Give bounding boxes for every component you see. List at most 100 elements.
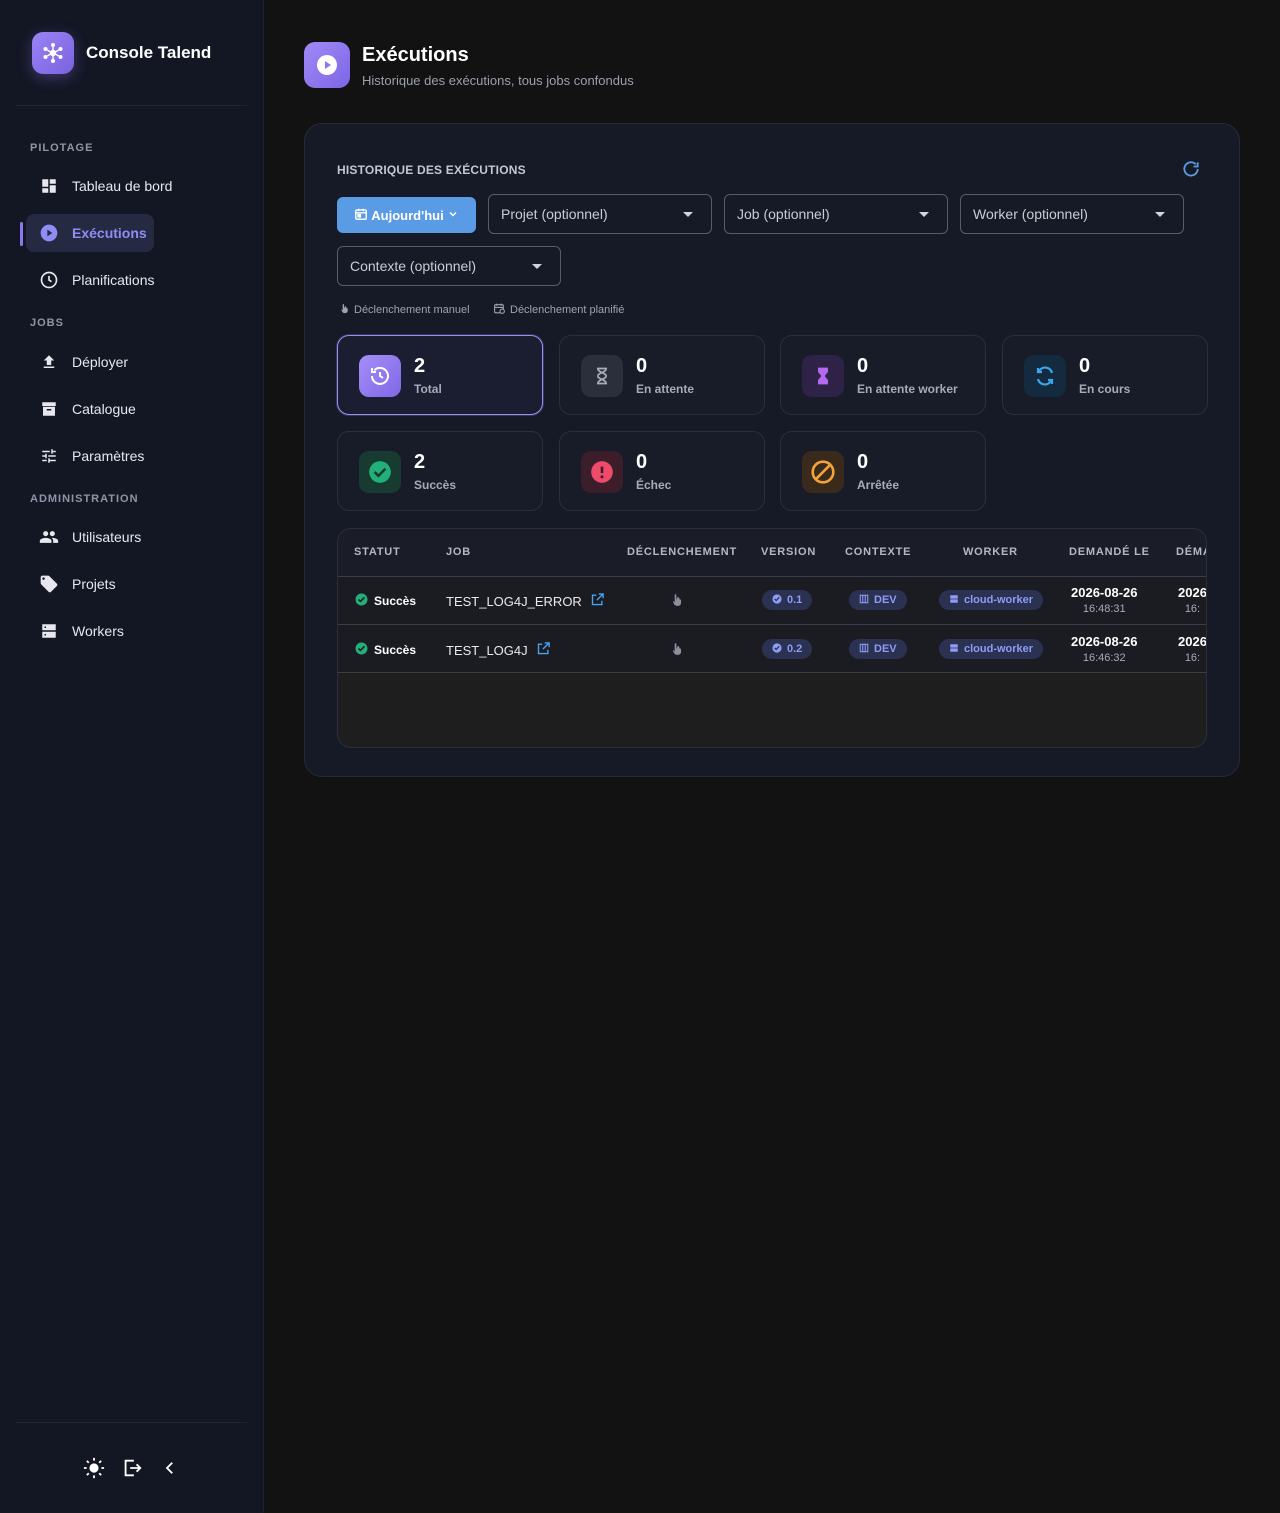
column-header-statut[interactable]: STATUT (354, 546, 401, 558)
column-header-demande-le[interactable]: DEMANDÉ LE (1069, 546, 1150, 558)
requested-date: 2026-08-26 (1071, 585, 1138, 600)
column-header-declenchement[interactable]: DÉCLENCHEMENT (627, 546, 737, 558)
upload-icon (39, 352, 59, 372)
project-select[interactable]: Projet (optionnel) (488, 194, 712, 234)
check-circle-icon (355, 642, 368, 658)
app-name: Console Talend (86, 43, 212, 62)
check-circle-icon (355, 593, 368, 609)
stat-card-pending[interactable]: 0 En attente (559, 335, 765, 415)
worker-select[interactable]: Worker (optionnel) (960, 194, 1184, 234)
job-cell: TEST_LOG4J (446, 641, 551, 659)
select-placeholder: Projet (optionnel) (501, 206, 608, 222)
started-time: 16: (1184, 652, 1201, 664)
stat-card-total[interactable]: 2 Total (337, 335, 543, 415)
stat-card-failure[interactable]: 0 Échec (559, 431, 765, 511)
section-title-jobs: JOBS (30, 317, 64, 329)
dropdown-caret-icon (919, 211, 929, 217)
job-select[interactable]: Job (optionnel) (724, 194, 948, 234)
sidebar-item-catalogue[interactable]: Catalogue (26, 390, 136, 428)
calendar-clock-icon (493, 302, 506, 318)
sidebar-item-parametres[interactable]: Paramètres (26, 437, 144, 475)
context-select[interactable]: Contexte (optionnel) (337, 246, 561, 286)
brand[interactable]: Console Talend (32, 32, 211, 74)
status-label: Succès (374, 643, 417, 657)
requested-at: 2026-08-26 16:48:31 (1071, 585, 1138, 615)
dropdown-caret-icon (1155, 211, 1165, 217)
sidebar-item-utilisateurs[interactable]: Utilisateurs (26, 518, 141, 556)
verified-icon (772, 642, 782, 656)
legend-label: Déclenchement planifié (510, 304, 625, 316)
column-header-version[interactable]: VERSION (761, 546, 816, 558)
section-title-pilotage: PILOTAGE (30, 142, 94, 154)
hourglass-icon (581, 355, 623, 397)
legend-manual: Déclenchement manuel (339, 302, 470, 318)
stat-value: 0 (636, 355, 648, 377)
worker-label: cloud-worker (964, 643, 1034, 655)
refresh-icon[interactable] (1181, 159, 1201, 184)
sidebar-item-label: Déployer (72, 354, 129, 370)
hand-pointer-icon (339, 302, 350, 318)
context-chip: DEV (849, 590, 907, 610)
play-circle-icon (304, 42, 350, 88)
stat-value: 0 (636, 451, 648, 473)
stat-card-stopped[interactable]: 0 Arrêtée (780, 431, 986, 511)
table-grid-icon (859, 594, 869, 607)
version-chip: 0.2 (762, 639, 813, 659)
sidebar-item-dashboard[interactable]: Tableau de bord (26, 167, 172, 205)
error-icon (581, 451, 623, 493)
sync-icon (1024, 355, 1066, 397)
worker-chip: cloud-worker (939, 590, 1044, 610)
table-row[interactable]: Succès TEST_LOG4J 0.2 DEV cloud-worker 2… (338, 625, 1206, 673)
play-circle-icon (39, 223, 59, 243)
sidebar-item-planifications[interactable]: Planifications (26, 261, 155, 299)
column-header-job[interactable]: JOB (446, 546, 471, 558)
select-placeholder: Contexte (optionnel) (350, 258, 477, 274)
column-header-contexte[interactable]: CONTEXTE (845, 546, 911, 558)
version-label: 0.1 (787, 594, 803, 606)
stat-value: 2 (414, 451, 426, 473)
legend-label: Déclenchement manuel (354, 304, 470, 316)
context-chip: DEV (849, 639, 907, 659)
open-external-icon[interactable] (590, 592, 605, 610)
hourglass-filled-icon (802, 355, 844, 397)
divider (16, 105, 247, 106)
app-logo-icon (32, 32, 74, 74)
dropdown-caret-icon (532, 263, 542, 269)
card-title: HISTORIQUE DES EXÉCUTIONS (337, 163, 526, 177)
sidebar-item-executions[interactable]: Exécutions (26, 214, 154, 252)
sidebar-item-projets[interactable]: Projets (26, 565, 116, 603)
sidebar-item-label: Exécutions (72, 225, 147, 241)
dropdown-caret-icon (683, 211, 693, 217)
stat-label: Total (414, 382, 442, 396)
server-icon (949, 594, 959, 607)
sidebar-item-deployer[interactable]: Déployer (26, 343, 128, 381)
theme-toggle-sun-icon[interactable] (82, 1456, 106, 1480)
stat-card-success[interactable]: 2 Succès (337, 431, 543, 511)
context-label: DEV (874, 594, 897, 606)
started-date: 2026 (1178, 634, 1207, 649)
logout-icon[interactable] (120, 1456, 144, 1480)
table-grid-icon (859, 643, 869, 656)
sidebar: Console Talend PILOTAGE Tableau de bord … (0, 0, 264, 1513)
column-header-demarre-le[interactable]: DÉMA (1176, 546, 1206, 558)
table-row[interactable]: Succès TEST_LOG4J_ERROR 0.1 DEV cloud-wo… (338, 577, 1206, 625)
users-icon (39, 527, 59, 547)
requested-at: 2026-08-26 16:46:32 (1071, 634, 1138, 664)
open-external-icon[interactable] (536, 641, 551, 659)
sliders-icon (39, 446, 59, 466)
date-range-button[interactable]: Aujourd'hui (337, 197, 476, 233)
select-placeholder: Job (optionnel) (737, 206, 830, 222)
chevron-down-icon (447, 208, 459, 223)
column-header-worker[interactable]: WORKER (963, 546, 1018, 558)
job-cell: TEST_LOG4J_ERROR (446, 592, 605, 610)
job-name: TEST_LOG4J_ERROR (446, 593, 582, 609)
stat-value: 0 (1079, 355, 1091, 377)
collapse-sidebar-chevron-icon[interactable] (158, 1456, 182, 1480)
sidebar-item-label: Tableau de bord (72, 178, 173, 194)
stat-card-running[interactable]: 0 En cours (1002, 335, 1208, 415)
stat-card-pending-worker[interactable]: 0 En attente worker (780, 335, 986, 415)
stat-value: 0 (857, 355, 869, 377)
sidebar-item-workers[interactable]: Workers (26, 612, 124, 650)
date-range-label: Aujourd'hui (371, 207, 444, 223)
stat-value: 2 (414, 355, 426, 377)
